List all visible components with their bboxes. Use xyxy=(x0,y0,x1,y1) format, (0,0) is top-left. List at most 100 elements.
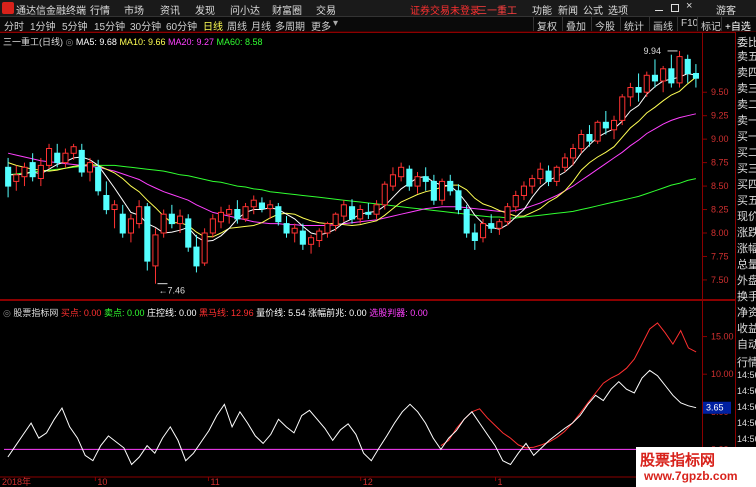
indicator-legend: ◎ 股票指标网 买点: 0.00 卖点: 0.00 庄控线: 0.00 黑马线:… xyxy=(3,306,428,319)
ma20-label: MA20: 9.27 xyxy=(167,37,215,47)
side-panel-label: 自动 xyxy=(737,339,756,351)
side-panel-label: 换手 xyxy=(737,291,756,303)
tab-15min[interactable]: 15分钟 xyxy=(94,18,125,33)
side-panel-label: 14:56 xyxy=(737,434,756,444)
indicator-chart[interactable]: 15.0010.005.000.003.652018年10111212 ◎ 股票… xyxy=(0,300,735,487)
minimize-icon[interactable] xyxy=(652,1,666,15)
tab-1min[interactable]: 1分钟 xyxy=(30,18,56,33)
login-warning[interactable]: 证券交易未登录 xyxy=(410,2,480,17)
candle-body xyxy=(430,180,437,201)
menu-xuanxiang[interactable]: 选项 xyxy=(608,2,628,17)
candle-body xyxy=(594,121,601,142)
candle-body xyxy=(217,211,224,223)
candle-body xyxy=(365,211,372,215)
menu-faxian[interactable]: 发现 xyxy=(195,2,215,17)
add-favorite-button[interactable]: +自选 xyxy=(721,17,754,33)
current-stock-name: 三一重工 xyxy=(477,6,517,17)
candle-body xyxy=(586,134,593,142)
menu-xinwen[interactable]: 新闻 xyxy=(558,2,578,17)
quote-side-panel: 委比 卖五 卖四 卖三 卖二 卖一 买一 买二 买三 买四 买五 现价 涨跌 涨幅 总量 外盘 换手 净资 收益 自动… xyxy=(735,32,756,487)
huaxian-button[interactable]: 画线 xyxy=(649,17,676,33)
candle-body xyxy=(185,218,192,248)
high-label: 9.94 xyxy=(644,46,662,56)
candle-body xyxy=(537,168,544,180)
candle-body xyxy=(316,230,323,242)
menu-zixun[interactable]: 资讯 xyxy=(160,2,180,17)
candle-body xyxy=(127,218,134,234)
menu-wenxiaoda[interactable]: 问小达 xyxy=(230,2,260,17)
date-label: 11 xyxy=(210,477,219,487)
kline-chart-svg[interactable]: 9.50 9.25 9.00 8.75 8.50 8.25 8.00 7.75 7.50 9.94… xyxy=(0,32,735,300)
candle-body xyxy=(627,87,634,98)
fuquan-button[interactable]: 复权 xyxy=(533,17,560,33)
menu-gongshi[interactable]: 公式 xyxy=(583,2,603,17)
legend-toggle-icon[interactable]: ◎ xyxy=(66,37,74,47)
candle-body xyxy=(340,204,347,217)
tab-zhouxian[interactable]: 周线 xyxy=(227,18,247,33)
maximize-icon[interactable] xyxy=(668,1,682,15)
side-panel-label: 收益 xyxy=(737,323,756,335)
app-name: 通达信金融终端 xyxy=(16,6,86,17)
diejia-button[interactable]: 叠加 xyxy=(562,17,589,33)
zhuangkong-label: 庄控线: 0.00 xyxy=(147,308,197,318)
kline-chart[interactable]: 9.50 9.25 9.00 8.75 8.50 8.25 8.00 7.75 7.50 9.94… xyxy=(0,32,735,300)
menu-jiaoyi[interactable]: 交易 xyxy=(316,2,336,17)
tab-30min[interactable]: 30分钟 xyxy=(130,18,161,33)
price-tick-label: 8.75 xyxy=(711,158,729,168)
candle-body xyxy=(602,121,609,129)
indicator-title[interactable]: 股票指标网 xyxy=(13,308,58,318)
indicator-toggle-icon[interactable]: ◎ xyxy=(3,308,11,318)
watermark-logo: 股票指标网 www.7gpzb.com xyxy=(636,447,756,487)
indicator-tick-label: 10.00 xyxy=(711,369,734,379)
candle-body xyxy=(480,223,487,239)
menu-caifuquan[interactable]: 财富圈 xyxy=(272,2,302,17)
candle-body xyxy=(406,168,413,187)
side-panel-label: 买四 xyxy=(737,179,756,191)
tab-yuexian[interactable]: 月线 xyxy=(251,18,271,33)
tab-gengduo[interactable]: 更多 xyxy=(311,18,331,33)
tongji-button[interactable]: 统计 xyxy=(620,17,647,33)
candle-body xyxy=(160,213,167,234)
app-logo-icon xyxy=(2,2,14,14)
chart-title: 三一重工(日线) xyxy=(3,37,63,47)
jingu-button[interactable]: 今股 xyxy=(591,17,618,33)
side-panel-label: 总量 xyxy=(737,259,756,271)
candle-body xyxy=(512,195,519,208)
tab-fenshi[interactable]: 分时 xyxy=(4,18,24,33)
candle-body xyxy=(168,213,175,225)
menu-gongneng[interactable]: 功能 xyxy=(532,2,552,17)
indicator-chart-svg[interactable]: 15.0010.005.000.003.652018年10111212 xyxy=(0,300,735,487)
side-panel-label: 外盘 xyxy=(737,275,756,287)
candle-body xyxy=(422,176,429,182)
side-panel-label: 买五 xyxy=(737,195,756,207)
close-icon[interactable]: × xyxy=(686,0,700,16)
tab-rixian[interactable]: 日线 xyxy=(203,18,223,33)
side-panel-label: 卖四 xyxy=(737,67,756,79)
candle-body xyxy=(234,209,241,220)
ma10-label: MA10: 9.66 xyxy=(119,37,166,47)
liangjia-line xyxy=(7,369,697,466)
candle-body xyxy=(471,232,478,241)
tab-5min[interactable]: 5分钟 xyxy=(62,18,88,33)
candle-body xyxy=(684,58,691,74)
biaoji-button[interactable]: 标记 xyxy=(697,17,724,33)
candle-body xyxy=(242,206,249,220)
candle-body xyxy=(5,166,12,187)
candle-body xyxy=(111,204,118,211)
menu-youke[interactable]: 游客 xyxy=(716,2,736,17)
menu-shichang[interactable]: 市场 xyxy=(124,2,144,17)
candle-body xyxy=(250,199,257,208)
price-tick-label: 8.25 xyxy=(711,205,729,215)
candle-body xyxy=(373,204,380,215)
candle-body xyxy=(578,134,585,150)
side-panel-label: 现价 xyxy=(737,211,756,223)
candle-body xyxy=(692,73,700,79)
ma60-label: MA60: 8.58 xyxy=(216,37,263,47)
tab-duozhouqi[interactable]: 多周期 xyxy=(275,18,305,33)
price-tick-label: 8.00 xyxy=(711,228,729,238)
side-panel-label: 卖三 xyxy=(737,83,756,95)
tab-60min[interactable]: 60分钟 xyxy=(166,18,197,33)
menu-hangqing[interactable]: 行情 xyxy=(90,2,110,17)
candle-body xyxy=(258,202,265,210)
gengduo-dropdown-icon[interactable]: ▾ xyxy=(333,18,338,29)
